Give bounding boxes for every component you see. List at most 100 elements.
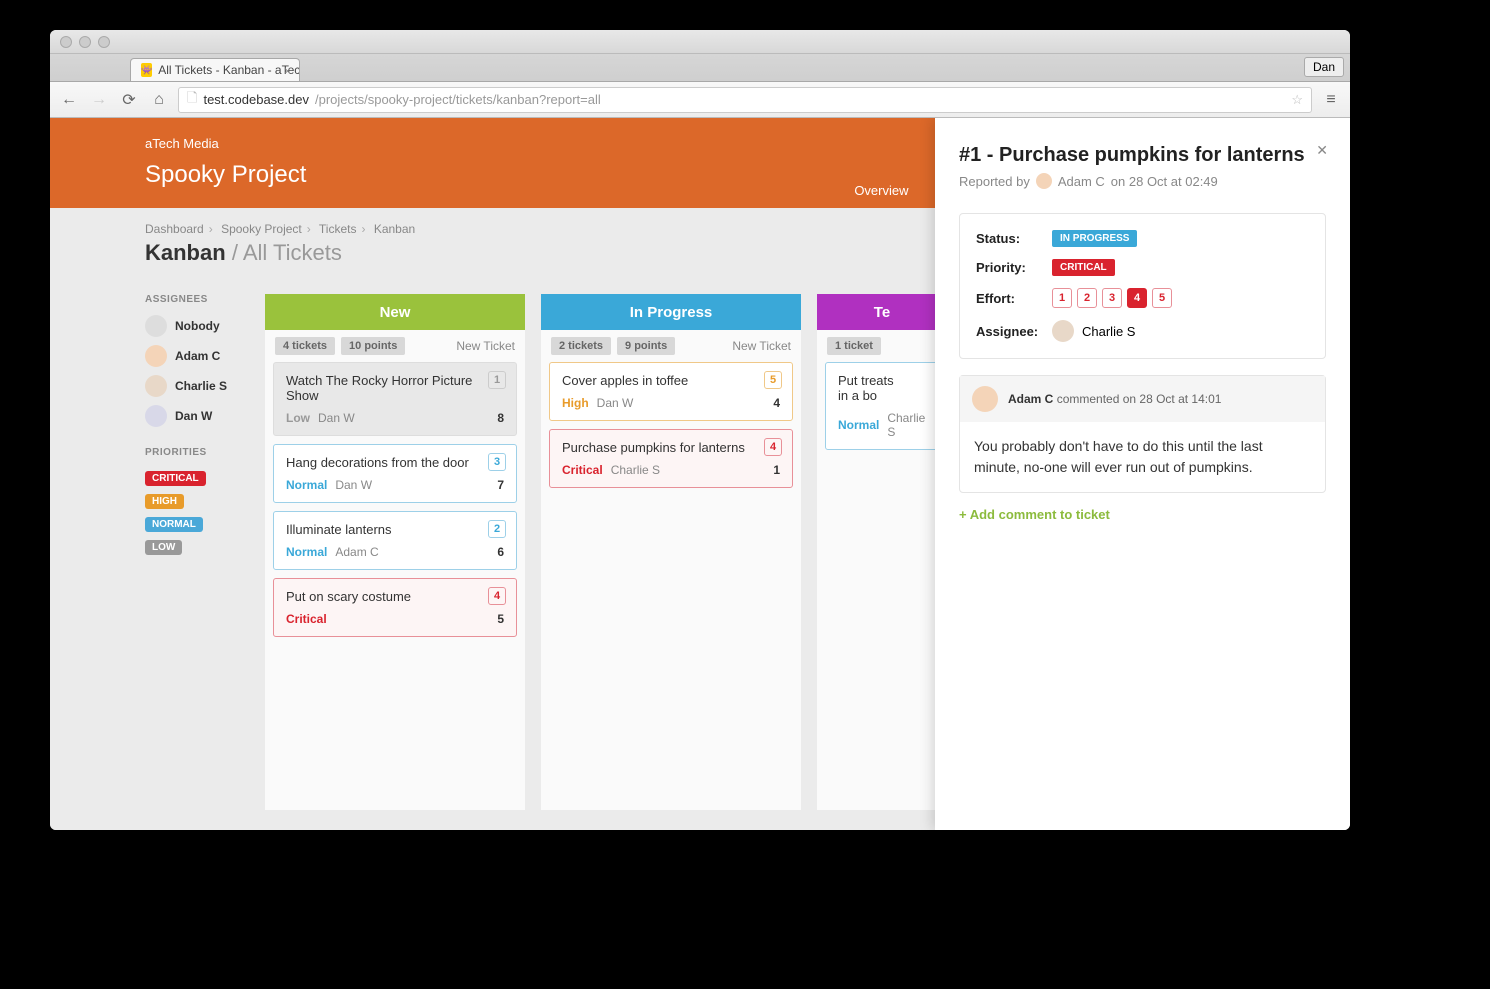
ticket-card[interactable]: 5Cover apples in toffeeHighDan W4	[549, 362, 793, 421]
avatar	[145, 315, 167, 337]
card-title: Cover apples in toffee	[562, 373, 780, 388]
filter-priority-low[interactable]: LOW	[145, 540, 182, 555]
filter-priority-normal[interactable]: NORMAL	[145, 517, 203, 532]
filter-priority-high[interactable]: HIGH	[145, 494, 184, 509]
assignee-filter[interactable]: Dan W	[145, 405, 245, 427]
column-header: In Progress	[541, 294, 801, 330]
home-button[interactable]: ⌂	[148, 89, 170, 111]
window-zoom-icon[interactable]	[98, 36, 110, 48]
kanban-column-new: New 4 tickets 10 points New Ticket 1Watc…	[265, 294, 525, 810]
ticket-card[interactable]: 4Purchase pumpkins for lanterns Critical C…	[549, 429, 793, 488]
filter-priority-critical[interactable]: CRITICAL	[145, 471, 206, 486]
column-points-count: 9 points	[617, 337, 675, 355]
avatar	[972, 386, 998, 412]
tab-title: All Tickets - Kanban - aTec…	[158, 63, 300, 77]
card-priority: Normal	[286, 478, 327, 492]
card-title: Illuminate lanterns	[286, 522, 504, 537]
new-ticket-link[interactable]: New Ticket	[456, 339, 515, 353]
effort-option[interactable]: 3	[1102, 288, 1122, 308]
assignees-heading: ASSIGNEES	[145, 294, 245, 305]
comment-header: Adam C commented on 28 Oct at 14:01	[960, 376, 1325, 422]
assignee-label: Assignee:	[976, 324, 1052, 339]
card-effort-badge: 4	[488, 587, 506, 605]
card-priority: High	[562, 396, 589, 410]
ticket-card[interactable]: 4Put on scary costumeCritical5	[273, 578, 517, 637]
assignee-name: Nobody	[175, 319, 220, 333]
new-ticket-link[interactable]: New Ticket	[732, 339, 791, 353]
assignee-name: Adam C	[175, 349, 220, 363]
card-effort-badge: 5	[764, 371, 782, 389]
column-tickets-count: 4 tickets	[275, 337, 335, 355]
reload-button[interactable]: ⟳	[118, 89, 140, 111]
card-priority: Critical	[562, 463, 603, 477]
assignee-name: Charlie S	[175, 379, 227, 393]
assignee-filter[interactable]: Charlie S	[145, 375, 245, 397]
comment: Adam C commented on 28 Oct at 14:01 You …	[959, 375, 1326, 493]
url-host: test.codebase.dev	[203, 92, 309, 107]
kanban-column-progress: In Progress 2 tickets 9 points New Ticke…	[541, 294, 801, 810]
url-path: /projects/spooky-project/tickets/kanban?…	[315, 92, 601, 107]
nav-overview[interactable]: Overview	[836, 173, 926, 208]
card-assignee: Dan W	[335, 478, 372, 492]
ticket-card[interactable]: 1Watch The Rocky Horror Picture ShowLowD…	[273, 362, 517, 436]
card-points: 5	[497, 612, 504, 626]
breadcrumb-item[interactable]: Tickets	[319, 222, 357, 236]
breadcrumb-item[interactable]: Spooky Project	[221, 222, 302, 236]
avatar	[1036, 173, 1052, 189]
avatar	[1052, 320, 1074, 342]
status-badge[interactable]: IN PROGRESS	[1052, 230, 1137, 247]
ticket-detail-panel: ✕ #1 - Purchase pumpkins for lanterns Re…	[935, 118, 1350, 830]
back-button[interactable]: ←	[58, 89, 80, 111]
browser-profile-button[interactable]: Dan	[1304, 57, 1344, 77]
close-panel-button[interactable]: ✕	[1316, 142, 1328, 159]
browser-tabbar: 👾 All Tickets - Kanban - aTec… × Dan	[50, 54, 1350, 82]
effort-option[interactable]: 2	[1077, 288, 1097, 308]
assignee-filter[interactable]: Nobody	[145, 315, 245, 337]
status-label: Status:	[976, 231, 1052, 246]
browser-titlebar	[50, 30, 1350, 54]
effort-option[interactable]: 1	[1052, 288, 1072, 308]
priority-badge[interactable]: CRITICAL	[1052, 259, 1115, 276]
column-header: Te	[817, 294, 947, 330]
card-assignee: Charlie S	[611, 463, 660, 477]
assignee-name: Dan W	[175, 409, 212, 423]
card-points: 7	[497, 478, 504, 492]
avatar	[145, 375, 167, 397]
card-points: 6	[497, 545, 504, 559]
effort-option[interactable]: 4	[1127, 288, 1147, 308]
favicon-icon: 👾	[141, 63, 152, 77]
card-assignee: Dan W	[318, 411, 355, 425]
app-content: aTech Media Spooky Project Overview Repo…	[50, 118, 1350, 830]
column-points-count: 10 points	[341, 337, 405, 355]
card-assignee: Charlie S	[887, 411, 926, 439]
page-icon: 🗋	[187, 89, 197, 111]
card-priority: Low	[286, 411, 310, 425]
bookmark-star-icon[interactable]: ☆	[1291, 92, 1303, 108]
card-effort-badge: 1	[488, 371, 506, 389]
window-minimize-icon[interactable]	[79, 36, 91, 48]
assignee-value[interactable]: Charlie S	[1052, 320, 1135, 342]
ticket-card[interactable]: Put treats in a boNormalCharlie S	[825, 362, 939, 450]
browser-tab[interactable]: 👾 All Tickets - Kanban - aTec… ×	[130, 58, 300, 81]
card-effort-badge: 4	[764, 438, 782, 456]
column-tickets-count: 1 ticket	[827, 337, 881, 355]
add-comment-link[interactable]: + Add comment to ticket	[959, 507, 1326, 522]
card-points: 8	[497, 411, 504, 425]
url-bar[interactable]: 🗋 test.codebase.dev/projects/spooky-proj…	[178, 87, 1312, 113]
ticket-card[interactable]: 3Hang decorations from the doorNormalDan…	[273, 444, 517, 503]
filter-sidebar: ASSIGNEES Nobody Adam C Charlie S Dan W PRI…	[145, 294, 245, 810]
window-close-icon[interactable]	[60, 36, 72, 48]
breadcrumb-item: Kanban	[374, 222, 415, 236]
priorities-heading: PRIORITIES	[145, 447, 245, 458]
browser-menu-icon[interactable]: ≡	[1320, 89, 1342, 111]
effort-option[interactable]: 5	[1152, 288, 1172, 308]
ticket-card[interactable]: 2Illuminate lanternsNormalAdam C6	[273, 511, 517, 570]
forward-button[interactable]: →	[88, 89, 110, 111]
card-effort-badge: 2	[488, 520, 506, 538]
breadcrumb-item[interactable]: Dashboard	[145, 222, 204, 236]
card-effort-badge: 3	[488, 453, 506, 471]
card-title: Purchase pumpkins for lanterns	[562, 440, 780, 455]
tab-close-icon[interactable]: ×	[284, 64, 291, 78]
assignee-filter[interactable]: Adam C	[145, 345, 245, 367]
effort-picker: 12345	[1052, 288, 1172, 308]
